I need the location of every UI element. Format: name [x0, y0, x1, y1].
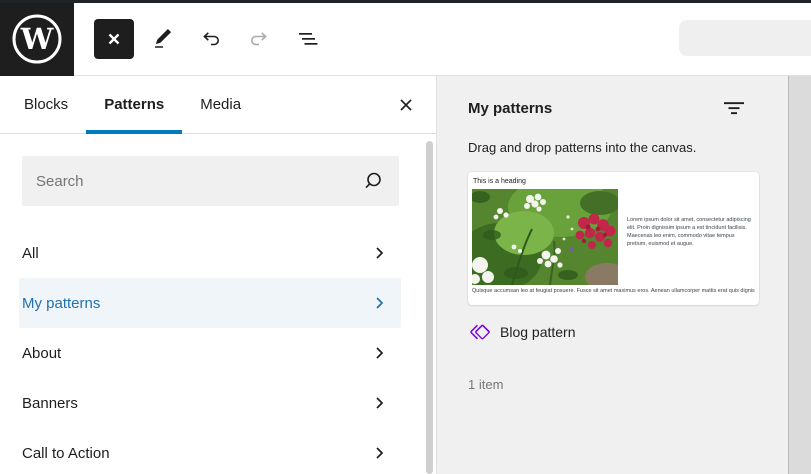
undo-icon	[199, 27, 223, 51]
pattern-search	[22, 156, 399, 206]
panel-hint: Drag and drop patterns into the canvas.	[468, 140, 748, 155]
preview-heading: This is a heading	[473, 177, 755, 186]
tab-media[interactable]: Media	[182, 76, 259, 133]
filter-icon	[722, 96, 746, 120]
category-label: Banners	[22, 395, 78, 412]
redo-icon	[247, 27, 271, 51]
pattern-label-row: Blog pattern	[468, 320, 748, 344]
pattern-preview-image	[472, 189, 618, 285]
search-icon	[361, 169, 385, 193]
category-label: Call to Action	[22, 445, 110, 462]
chevron-right-icon	[367, 291, 391, 315]
chevron-right-icon	[367, 441, 391, 465]
list-view-icon	[295, 27, 319, 51]
category-all[interactable]: All	[19, 228, 401, 278]
document-title-placeholder[interactable]	[679, 20, 811, 56]
pattern-preview-card[interactable]: This is a heading	[468, 172, 759, 305]
editor-body: Blocks Patterns Media All	[0, 76, 811, 474]
pencil-icon	[151, 27, 175, 51]
category-about[interactable]: About	[19, 328, 401, 378]
chevron-right-icon	[367, 241, 391, 265]
pattern-category-list: All My patterns About	[19, 228, 401, 474]
search-input[interactable]	[36, 173, 361, 190]
wordpress-logo-button[interactable]: W	[0, 3, 74, 76]
inserter-toggle-button[interactable]	[94, 19, 134, 59]
patterns-preview-panel: My patterns Drag and drop patterns into …	[437, 76, 788, 474]
wordpress-block-editor: W	[0, 0, 811, 474]
inserter-panel: Blocks Patterns Media All	[0, 76, 437, 474]
pattern-count: 1 item	[468, 377, 748, 392]
category-my-patterns[interactable]: My patterns	[19, 278, 401, 328]
category-call-to-action[interactable]: Call to Action	[19, 428, 401, 474]
preview-caption-text: Quisque accumsan leo at feugiat posuere.…	[472, 288, 755, 294]
close-icon	[397, 96, 415, 114]
svg-text:W: W	[20, 22, 54, 56]
redo-button[interactable]	[235, 15, 283, 63]
category-banners[interactable]: Banners	[19, 378, 401, 428]
preview-body-text: Lorem ipsum dolor sit amet, consectetur …	[627, 216, 751, 248]
pattern-name: Blog pattern	[500, 324, 576, 340]
category-label: My patterns	[22, 295, 100, 312]
panel-title: My patterns	[468, 100, 552, 117]
wordpress-logo-icon: W	[10, 12, 64, 66]
editor-topbar: W	[0, 3, 811, 76]
edit-mode-button[interactable]	[139, 15, 187, 63]
list-view-button[interactable]	[283, 15, 331, 63]
category-label: About	[22, 345, 61, 362]
editor-canvas-edge[interactable]	[788, 76, 811, 474]
scrollbar[interactable]	[426, 141, 433, 474]
editor-toolbar	[74, 15, 331, 63]
filter-button[interactable]	[720, 96, 748, 120]
tab-patterns[interactable]: Patterns	[86, 76, 182, 133]
close-inserter-button[interactable]	[390, 89, 422, 121]
inserter-tabs: Blocks Patterns Media	[0, 76, 436, 134]
chevron-right-icon	[367, 391, 391, 415]
category-label: All	[22, 245, 39, 262]
synced-pattern-icon	[468, 320, 492, 344]
close-icon	[104, 29, 124, 49]
undo-button[interactable]	[187, 15, 235, 63]
tab-blocks[interactable]: Blocks	[6, 76, 86, 133]
chevron-right-icon	[367, 341, 391, 365]
